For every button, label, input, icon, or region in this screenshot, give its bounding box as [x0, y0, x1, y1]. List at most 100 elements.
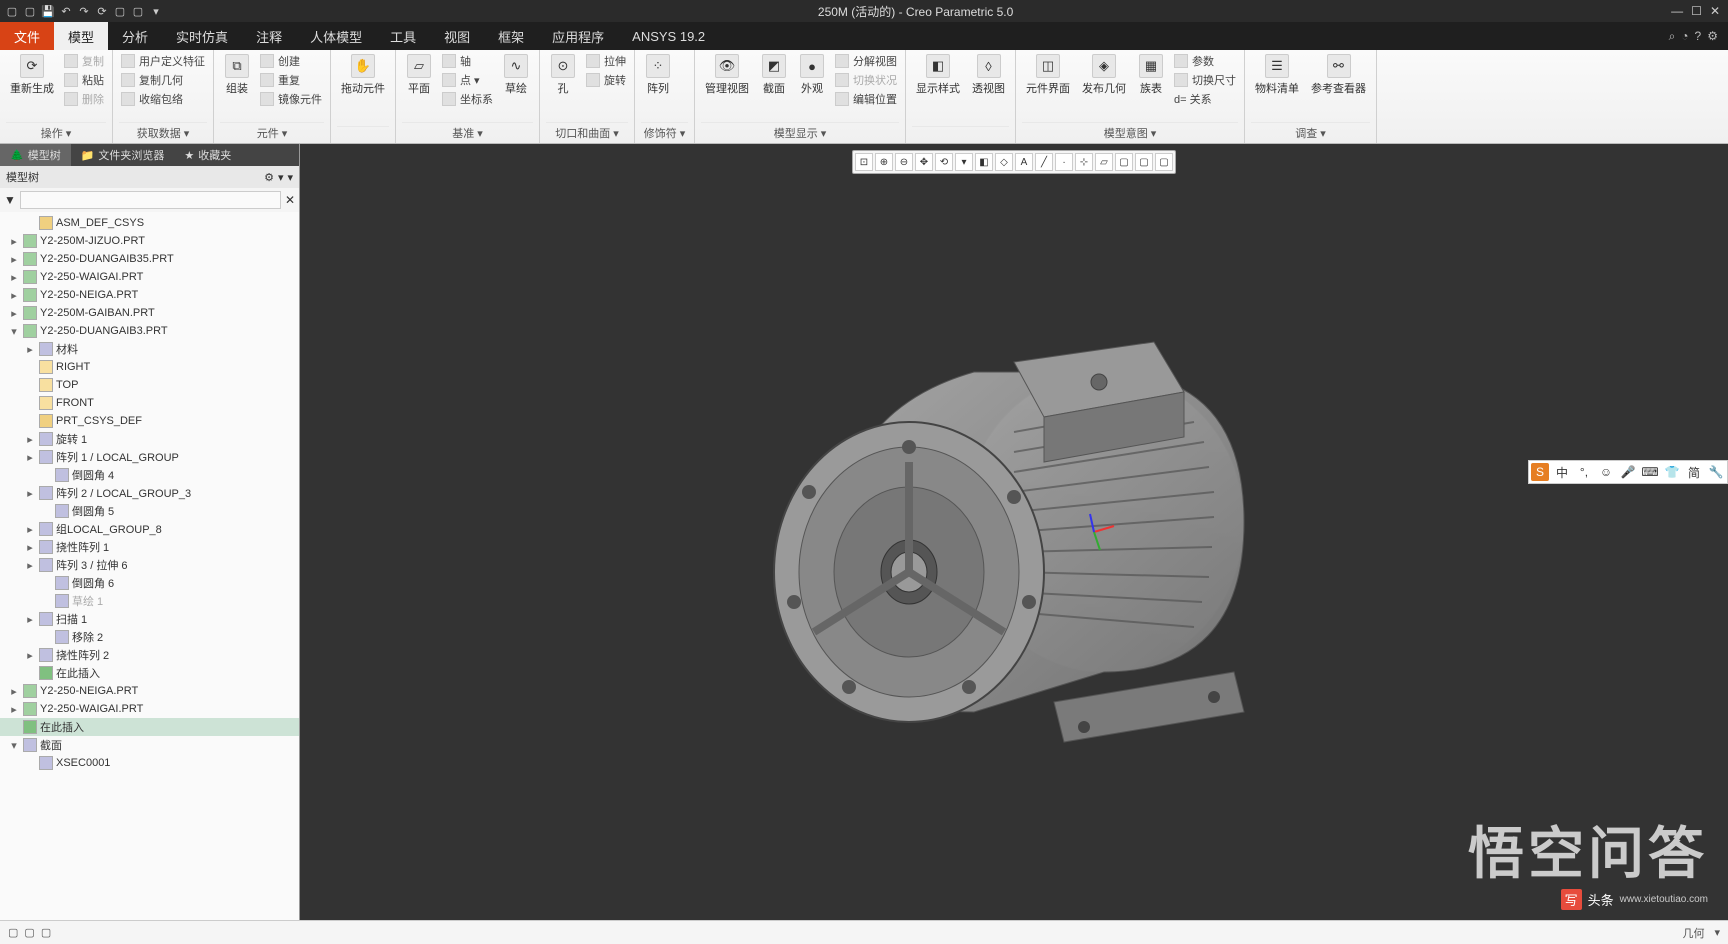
- bom-button[interactable]: ☰物料清单: [1251, 52, 1303, 98]
- plane-button[interactable]: ▱平面: [402, 52, 436, 98]
- qat-windows-icon[interactable]: ▢: [112, 3, 128, 19]
- toggle-state-button[interactable]: 切换状况: [833, 71, 899, 89]
- tree-item[interactable]: 在此插入: [0, 664, 299, 682]
- qat-new-icon[interactable]: ▢: [4, 3, 20, 19]
- delete-button[interactable]: 删除: [62, 90, 106, 108]
- vt-annot-icon[interactable]: A: [1015, 153, 1033, 171]
- vt-rotate-icon[interactable]: ⟲: [935, 153, 953, 171]
- vt-zoomin-icon[interactable]: ⊕: [875, 153, 893, 171]
- notif-icon[interactable]: ◔: [1681, 29, 1688, 43]
- tree-item[interactable]: 倒圆角 4: [0, 466, 299, 484]
- pubgeom-button[interactable]: ◈发布几何: [1078, 52, 1130, 98]
- close-button[interactable]: ✕: [1710, 4, 1720, 18]
- tab-livesim[interactable]: 实时仿真: [162, 22, 242, 50]
- vt-csys-icon[interactable]: ⊹: [1075, 153, 1093, 171]
- vt-axis-icon[interactable]: ╱: [1035, 153, 1053, 171]
- tree-show-icon[interactable]: ▾: [287, 171, 293, 184]
- model-tree[interactable]: ASM_DEF_CSYS▸Y2-250M-JIZUO.PRT▸Y2-250-DU…: [0, 212, 299, 920]
- tree-item[interactable]: 移除 2: [0, 628, 299, 646]
- vt-zoomout-icon[interactable]: ⊖: [895, 153, 913, 171]
- udf-button[interactable]: 用户定义特征: [119, 52, 207, 70]
- regen-button[interactable]: ⟳重新生成: [6, 52, 58, 98]
- sb-icon1[interactable]: ▢: [8, 926, 18, 939]
- editpos-button[interactable]: 编辑位置: [833, 90, 899, 108]
- ime-lang-icon[interactable]: 中: [1553, 463, 1571, 481]
- vt-refit-icon[interactable]: ⊡: [855, 153, 873, 171]
- tree-item[interactable]: FRONT: [0, 394, 299, 412]
- help-icon[interactable]: ?: [1695, 29, 1702, 43]
- vt-more3-icon[interactable]: ▢: [1155, 153, 1173, 171]
- tree-item[interactable]: ▸Y2-250-NEIGA.PRT: [0, 682, 299, 700]
- vt-more1-icon[interactable]: ▢: [1115, 153, 1133, 171]
- sketch-button[interactable]: ∿草绘: [499, 52, 533, 98]
- qat-save-icon[interactable]: 💾: [40, 3, 56, 19]
- tab-annotate[interactable]: 注释: [242, 22, 296, 50]
- tree-item[interactable]: ▸旋转 1: [0, 430, 299, 448]
- 3d-canvas[interactable]: ⊡ ⊕ ⊖ ✥ ⟲ ▾ ◧ ◇ A ╱ ∙ ⊹ ▱ ▢ ▢ ▢ 截面(Alt +…: [300, 144, 1728, 920]
- tree-item[interactable]: ▸Y2-250-WAIGAI.PRT: [0, 700, 299, 718]
- sb-dropdown-icon[interactable]: ▾: [1714, 926, 1720, 939]
- gear-icon[interactable]: ⚙: [1707, 29, 1718, 43]
- vt-datum-icon[interactable]: ◇: [995, 153, 1013, 171]
- tab-model[interactable]: 模型: [54, 22, 108, 50]
- tree-item[interactable]: ▸扫描 1: [0, 610, 299, 628]
- tab-analysis[interactable]: 分析: [108, 22, 162, 50]
- tree-settings-icon[interactable]: ⚙: [264, 171, 274, 184]
- create-button[interactable]: 创建: [258, 52, 324, 70]
- section-button[interactable]: ◩截面: [757, 52, 791, 98]
- pattern-button[interactable]: ⁘阵列: [641, 52, 675, 98]
- drag-button[interactable]: ✋拖动元件: [337, 52, 389, 98]
- tree-item[interactable]: ▸Y2-250M-JIZUO.PRT: [0, 232, 299, 250]
- refviewer-button[interactable]: ⚯参考查看器: [1307, 52, 1370, 98]
- tree-item[interactable]: ▸Y2-250-NEIGA.PRT: [0, 286, 299, 304]
- axis-button[interactable]: 轴: [440, 52, 495, 70]
- tree-item[interactable]: 在此插入: [0, 718, 299, 736]
- shrinkwrap-button[interactable]: 收缩包络: [119, 90, 207, 108]
- tree-item[interactable]: TOP: [0, 376, 299, 394]
- tree-item[interactable]: ▸组LOCAL_GROUP_8: [0, 520, 299, 538]
- tree-item[interactable]: ▸挠性阵列 2: [0, 646, 299, 664]
- perspective-button[interactable]: ◊透视图: [968, 52, 1009, 98]
- assemble-button[interactable]: ⧉组装: [220, 52, 254, 98]
- famtable-button[interactable]: ▦族表: [1134, 52, 1168, 98]
- vt-savedview-icon[interactable]: ▾: [955, 153, 973, 171]
- explode-button[interactable]: 分解视图: [833, 52, 899, 70]
- ime-emoji-icon[interactable]: ☺: [1597, 463, 1615, 481]
- tree-item[interactable]: ▸阵列 2 / LOCAL_GROUP_3: [0, 484, 299, 502]
- ime-voice-icon[interactable]: 🎤: [1619, 463, 1637, 481]
- appearance-button[interactable]: ●外观: [795, 52, 829, 98]
- tree-item[interactable]: ▸阵列 3 / 拉伸 6: [0, 556, 299, 574]
- search-icon[interactable]: ⌕: [1669, 29, 1676, 44]
- tree-item[interactable]: ASM_DEF_CSYS: [0, 214, 299, 232]
- tree-item[interactable]: ▾Y2-250-DUANGAIB3.PRT: [0, 322, 299, 340]
- point-button[interactable]: 点 ▾: [440, 71, 495, 89]
- ime-simp-icon[interactable]: 简: [1685, 463, 1703, 481]
- ime-skin-icon[interactable]: 👕: [1663, 463, 1681, 481]
- qat-more-icon[interactable]: ▾: [148, 3, 164, 19]
- tab-apps[interactable]: 应用程序: [538, 22, 618, 50]
- tree-item[interactable]: XSEC0001: [0, 754, 299, 772]
- vt-pan-icon[interactable]: ✥: [915, 153, 933, 171]
- tree-item[interactable]: ▾截面: [0, 736, 299, 754]
- dispstyle-button[interactable]: ◧显示样式: [912, 52, 964, 98]
- sb-icon3[interactable]: ▢: [41, 926, 51, 939]
- tab-folderbrowser[interactable]: 📁文件夹浏览器: [71, 144, 175, 166]
- vt-point-icon[interactable]: ∙: [1055, 153, 1073, 171]
- tree-search-input[interactable]: [20, 191, 281, 209]
- minimize-button[interactable]: —: [1671, 4, 1683, 18]
- tab-view[interactable]: 视图: [430, 22, 484, 50]
- tree-item[interactable]: RIGHT: [0, 358, 299, 376]
- qat-regen-icon[interactable]: ⟳: [94, 3, 110, 19]
- tree-filter-icon[interactable]: ▾: [278, 171, 284, 184]
- tree-item[interactable]: 倒圆角 6: [0, 574, 299, 592]
- extrude-button[interactable]: 拉伸: [584, 52, 628, 70]
- tab-frame[interactable]: 框架: [484, 22, 538, 50]
- tree-item[interactable]: ▸挠性阵列 1: [0, 538, 299, 556]
- ime-logo-icon[interactable]: S: [1531, 463, 1549, 481]
- csys-button[interactable]: 坐标系: [440, 90, 495, 108]
- qat-redo-icon[interactable]: ↷: [76, 3, 92, 19]
- tree-item[interactable]: 倒圆角 5: [0, 502, 299, 520]
- switchdim-button[interactable]: 切换尺寸: [1172, 71, 1238, 89]
- tab-favorites[interactable]: ★收藏夹: [174, 144, 241, 166]
- hole-button[interactable]: ⊙孔: [546, 52, 580, 98]
